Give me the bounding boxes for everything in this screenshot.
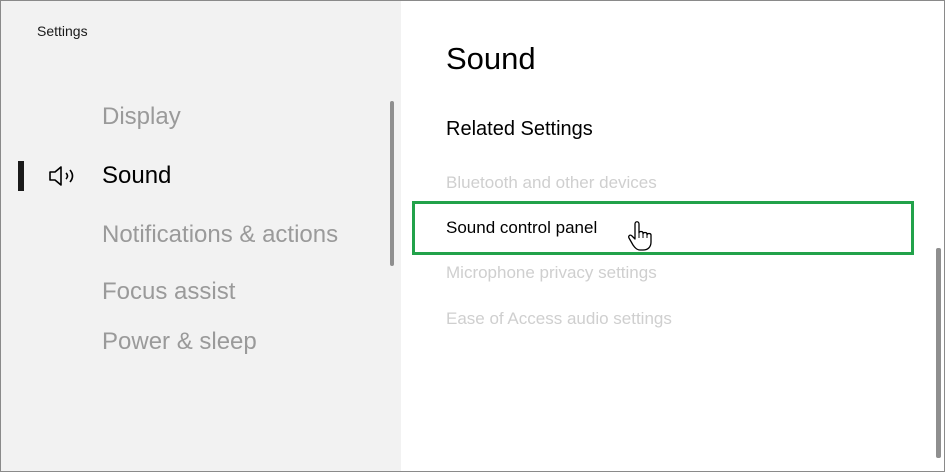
main-content: Sound Related Settings Bluetooth and oth… <box>401 1 944 471</box>
sidebar-item-power-sleep[interactable]: Power & sleep <box>1 322 381 362</box>
sidebar-item-sound[interactable]: Sound <box>1 156 381 196</box>
active-indicator <box>18 161 24 191</box>
sidebar-item-label: Sound <box>102 162 172 189</box>
sidebar: Settings Display Sound Notifications & a… <box>1 1 401 471</box>
content-scrollbar[interactable] <box>936 248 941 458</box>
app-title: Settings <box>37 23 88 39</box>
sidebar-item-focus-assist[interactable]: Focus assist <box>1 272 381 312</box>
sidebar-scrollbar[interactable] <box>390 101 394 266</box>
sidebar-item-notifications[interactable]: Notifications & actions <box>1 215 381 255</box>
sidebar-item-label: Notifications & actions <box>102 221 339 248</box>
sidebar-item-label: Display <box>102 103 181 130</box>
sidebar-item-label: Power & sleep <box>102 328 257 355</box>
related-settings-heading: Related Settings <box>446 118 593 140</box>
page-title: Sound <box>446 41 536 76</box>
hand-pointer-icon <box>627 219 663 253</box>
sound-control-panel-link[interactable]: Sound control panel <box>446 218 597 238</box>
bluetooth-devices-link[interactable]: Bluetooth and other devices <box>446 173 657 193</box>
speaker-icon <box>48 164 88 188</box>
microphone-privacy-link[interactable]: Microphone privacy settings <box>446 263 657 283</box>
sidebar-item-display[interactable]: Display <box>1 97 381 137</box>
sidebar-item-label: Focus assist <box>102 278 236 305</box>
ease-of-access-audio-link[interactable]: Ease of Access audio settings <box>446 309 672 329</box>
settings-window: Settings Display Sound Notifications & a… <box>0 0 945 472</box>
